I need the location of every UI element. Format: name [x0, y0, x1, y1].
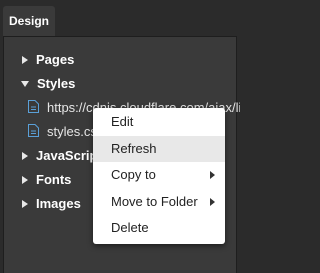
menu-item-label: Move to Folder — [111, 193, 198, 209]
submenu-arrow-icon — [210, 171, 215, 180]
caret-right-icon[interactable] — [22, 151, 28, 160]
menu-item-label: Copy to — [111, 167, 156, 182]
caret-right-icon[interactable] — [22, 55, 28, 64]
design-window: Design Pages Styles https://cdnjs.cloudf… — [0, 0, 240, 273]
caret-right-icon[interactable] — [22, 199, 28, 208]
tree-folder-label: Styles — [37, 76, 76, 91]
tree-folder-styles[interactable]: Styles — [21, 73, 75, 95]
caret-down-icon[interactable] — [21, 80, 29, 87]
menu-item-edit[interactable]: Edit — [93, 109, 225, 136]
file-icon — [28, 100, 39, 114]
tree-folder-label: JavaScript — [36, 148, 102, 163]
caret-right-icon[interactable] — [22, 175, 28, 184]
submenu-arrow-icon — [210, 197, 215, 206]
tree-folder-label: Images — [36, 196, 81, 211]
tree-folder-label: Pages — [36, 52, 75, 67]
tab-bar: Design — [0, 0, 240, 36]
tree-folder-fonts[interactable]: Fonts — [22, 169, 71, 191]
file-icon — [28, 124, 39, 138]
menu-item-copy-to[interactable]: Copy to — [93, 162, 225, 189]
tree-folder-pages[interactable]: Pages — [22, 49, 74, 71]
tree-folder-javascript[interactable]: JavaScript — [22, 145, 102, 167]
menu-item-refresh[interactable]: Refresh — [93, 135, 225, 162]
menu-item-delete[interactable]: Delete — [93, 215, 225, 242]
tab-design[interactable]: Design — [3, 6, 55, 36]
context-menu: Edit Refresh Copy to Move to Folder Dele… — [93, 108, 225, 244]
tree-folder-label: Fonts — [36, 172, 72, 187]
tree-folder-images[interactable]: Images — [22, 193, 81, 215]
menu-item-move-to-folder[interactable]: Move to Folder — [93, 189, 225, 216]
